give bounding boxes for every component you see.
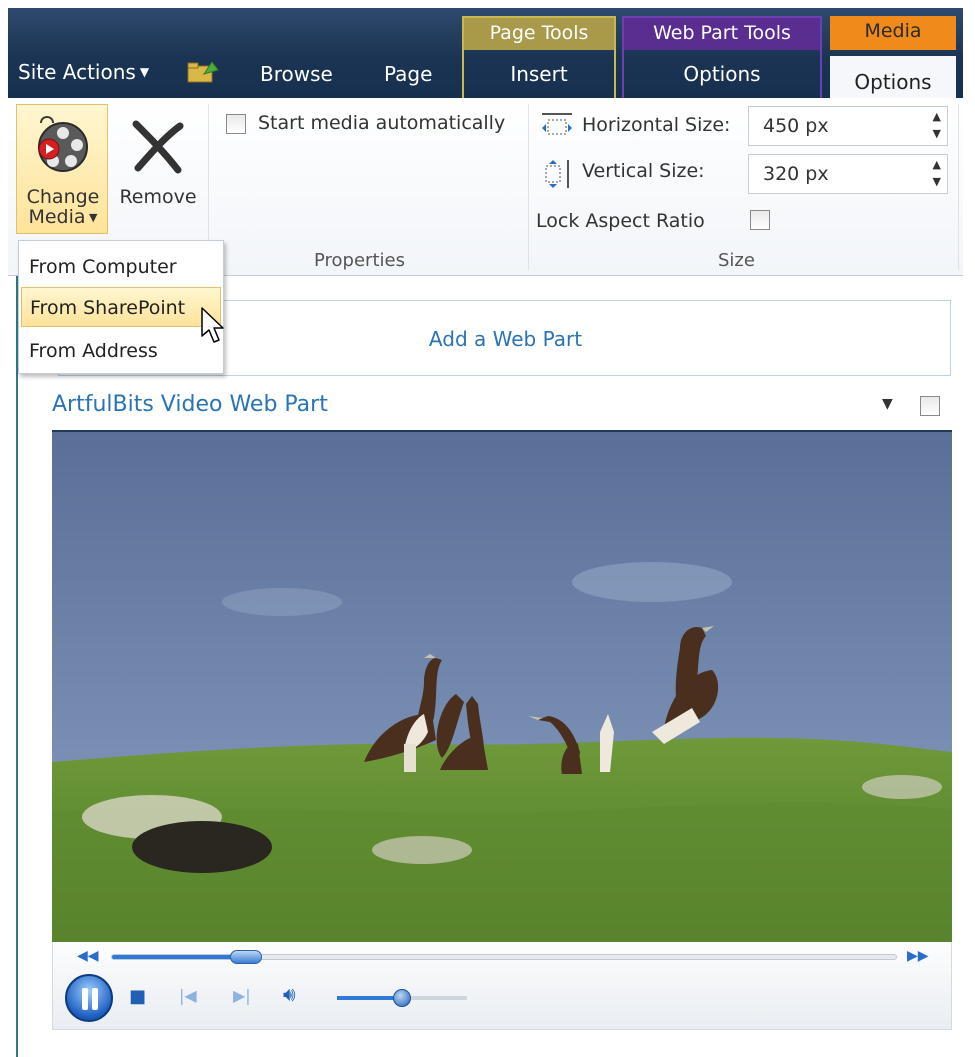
site-actions-label: Site Actions <box>18 60 136 84</box>
web-part-select-checkbox[interactable] <box>920 396 940 416</box>
horizontal-size-icon <box>542 113 572 135</box>
pause-icon <box>82 988 88 1010</box>
decrement-arrow-icon[interactable]: ▼ <box>933 127 941 140</box>
remove-x-icon <box>132 120 184 174</box>
decrement-arrow-icon[interactable]: ▼ <box>933 175 941 188</box>
film-reel-icon <box>38 116 88 172</box>
start-automatically-checkbox[interactable] <box>226 114 246 134</box>
seek-handle[interactable] <box>229 950 262 964</box>
lock-aspect-ratio-label: Lock Aspect Ratio <box>536 210 705 232</box>
media-player-controls: ◀◀ ▶▶ ■ |◀ ▶| 🔊︎ <box>52 942 952 1030</box>
vertical-size-value: 320 px <box>763 163 829 185</box>
vertical-size-icon <box>545 160 569 188</box>
page-left-border <box>16 276 18 1057</box>
menu-item-from-sharepoint[interactable]: From SharePoint <box>21 287 221 327</box>
vertical-size-spinner[interactable]: 320 px ▲ ▼ <box>748 154 948 194</box>
navigate-up-icon[interactable] <box>186 58 220 84</box>
web-part-title[interactable]: ArtfulBits Video Web Part <box>52 392 328 417</box>
tab-insert[interactable]: Insert <box>462 50 616 98</box>
group-divider <box>958 104 959 270</box>
horizontal-size-label: Horizontal Size: <box>582 114 731 136</box>
tab-page[interactable]: Page <box>384 62 432 86</box>
web-part-tools-group-label: Web Part Tools <box>622 16 822 50</box>
group-divider <box>528 104 529 270</box>
tab-web-part-options[interactable]: Options <box>622 50 822 98</box>
remove-button[interactable]: Remove <box>116 104 200 234</box>
horizontal-size-spinner[interactable]: 450 px ▲ ▼ <box>748 106 948 146</box>
video-frame[interactable] <box>52 432 952 942</box>
seek-progress <box>112 955 246 959</box>
volume-handle[interactable] <box>393 989 411 1007</box>
menu-item-from-computer[interactable]: From Computer <box>21 247 221 287</box>
seek-bar[interactable] <box>111 950 897 964</box>
start-automatically-label: Start media automatically <box>258 112 506 134</box>
lock-aspect-ratio-checkbox[interactable] <box>750 210 770 230</box>
web-part-menu-icon[interactable]: ▼ <box>882 396 893 412</box>
increment-arrow-icon[interactable]: ▲ <box>933 110 941 123</box>
pause-button[interactable] <box>65 974 113 1022</box>
media-group-label: Media <box>830 16 956 50</box>
tab-browse[interactable]: Browse <box>260 62 333 86</box>
next-icon[interactable]: ▶| <box>233 986 251 1005</box>
change-media-button[interactable]: Change Media ▼ <box>16 104 108 234</box>
volume-slider[interactable] <box>337 989 467 1007</box>
menu-item-from-address[interactable]: From Address <box>21 331 221 371</box>
vertical-size-label: Vertical Size: <box>582 160 705 182</box>
pause-icon <box>92 988 98 1010</box>
site-actions-menu[interactable]: Site Actions ▼ <box>18 60 149 84</box>
ribbon-tab-bar: Site Actions ▼ Browse Page Page Tools Ins… <box>8 8 963 106</box>
properties-group-label: Properties <box>314 250 405 271</box>
change-media-label: Change Media ▼ <box>26 186 100 228</box>
stop-icon[interactable]: ■ <box>129 986 146 1007</box>
size-group-label: Size <box>718 250 755 271</box>
page-tools-group-label: Page Tools <box>462 16 616 50</box>
rewind-icon[interactable]: ◀◀ <box>77 948 99 964</box>
chevron-down-icon: ▼ <box>139 65 150 79</box>
volume-icon[interactable]: 🔊︎ <box>283 982 296 1006</box>
horizontal-size-value: 450 px <box>763 115 829 137</box>
change-media-dropdown: From Computer From SharePoint From Addre… <box>18 240 224 374</box>
remove-label: Remove <box>119 186 197 208</box>
mouse-cursor-icon <box>201 307 224 343</box>
increment-arrow-icon[interactable]: ▲ <box>933 158 941 171</box>
previous-icon[interactable]: |◀ <box>179 986 197 1005</box>
fast-forward-icon[interactable]: ▶▶ <box>907 948 929 964</box>
